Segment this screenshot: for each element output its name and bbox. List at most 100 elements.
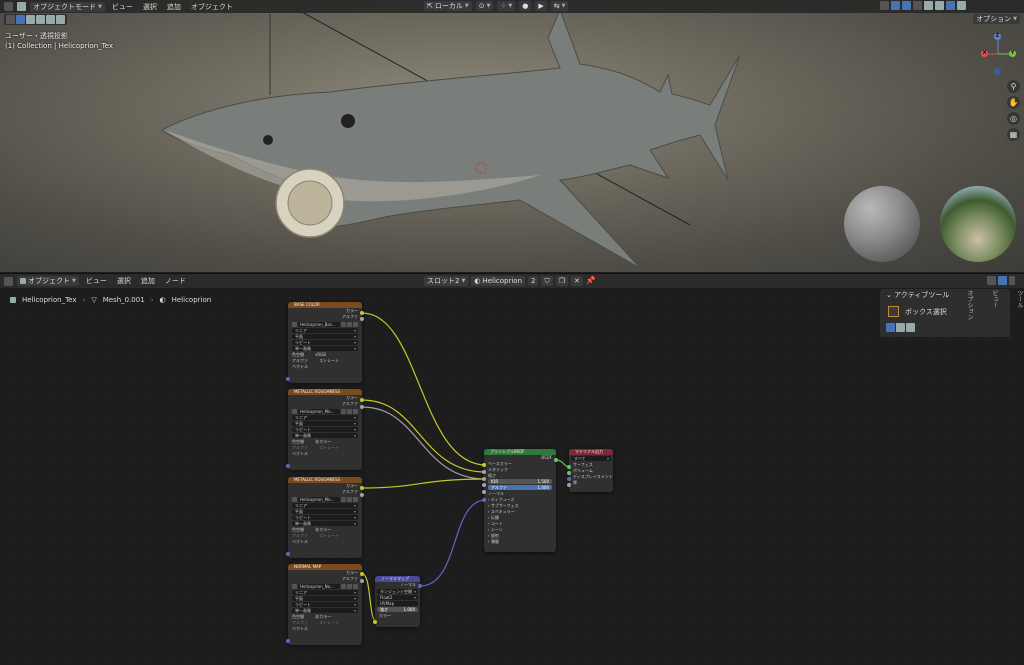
image-selector[interactable]: Helicoprion_Me...	[292, 496, 358, 502]
gizmo-toggle-icon[interactable]	[891, 1, 900, 10]
socket-metallic2-vector[interactable]	[286, 552, 290, 556]
socket-bsdf-out[interactable]	[554, 458, 558, 462]
overlay-toggle-icon[interactable]	[998, 276, 1007, 285]
pin-icon[interactable]: 📌	[586, 276, 596, 286]
snap-dropdown[interactable]: ⁘ ▼	[497, 1, 516, 11]
socket-normalmap-color[interactable]	[373, 620, 377, 624]
socket-basecolor-alpha[interactable]	[360, 317, 364, 321]
gizmo-y-icon[interactable]: Y	[1009, 50, 1016, 57]
socket-normaltex-color[interactable]	[360, 572, 364, 576]
menu-select[interactable]: 選択	[114, 276, 134, 286]
interpolation-dropdown[interactable]: リニア ▾	[292, 415, 358, 420]
projection-dropdown[interactable]: 平面 ▾	[292, 596, 358, 601]
node-metallic-roughness-1[interactable]: METALLIC ROUGHNESS カラー アルファ Helicoprion_…	[288, 389, 362, 470]
select-extend-icon[interactable]	[26, 15, 35, 24]
shield-icon[interactable]	[341, 496, 346, 502]
uv-map-field[interactable]: UVMap	[377, 601, 418, 606]
socket-metallic2-alpha[interactable]	[360, 493, 364, 497]
shading-rendered-icon[interactable]	[957, 1, 966, 10]
camera-icon[interactable]: ◎	[1007, 112, 1020, 125]
select-tool-icon[interactable]	[6, 15, 15, 24]
extension-dropdown[interactable]: リピート ▾	[292, 340, 358, 345]
projection-dropdown[interactable]: 平面 ▾	[292, 421, 358, 426]
menu-object[interactable]: オブジェクト	[188, 2, 236, 12]
interpolation-dropdown[interactable]: リニア ▾	[292, 328, 358, 333]
socket-basecolor-vector[interactable]	[286, 377, 290, 381]
menu-node[interactable]: ノード	[162, 276, 189, 286]
mode-dropdown[interactable]: オブジェクトモード ▼	[30, 1, 105, 12]
copy-icon[interactable]	[347, 321, 352, 327]
menu-select[interactable]: 選択	[140, 2, 160, 12]
socket-normaltex-alpha[interactable]	[360, 579, 364, 583]
socket-output-volume[interactable]	[567, 471, 571, 475]
node-normal-map[interactable]: ノーマルマップ ノーマル タンジェント空間 ▾ Float2 ▾ UVMap 強さ 1…	[375, 576, 420, 627]
material-selector[interactable]: ◐ Helicoprion	[471, 276, 526, 286]
close-icon[interactable]	[353, 408, 358, 414]
shading-solid-icon[interactable]	[935, 1, 944, 10]
node-base-color[interactable]: BASE COLOR カラー アルファ Helicoprion_Bas... リ…	[288, 302, 362, 383]
shield-icon[interactable]	[341, 321, 346, 327]
uv-type-dropdown[interactable]: Float2 ▾	[377, 595, 418, 600]
object-type-dropdown[interactable]: オブジェクト ▼	[17, 276, 79, 286]
close-icon[interactable]	[353, 321, 358, 327]
socket-metallic2-color[interactable]	[360, 486, 364, 490]
visibility-icon[interactable]	[880, 1, 889, 10]
alpha-slider[interactable]: アルファ 1.000	[488, 485, 552, 490]
gizmo-x-icon[interactable]: X	[981, 50, 988, 57]
copy-icon[interactable]	[347, 496, 352, 502]
copy-icon[interactable]	[347, 583, 352, 589]
image-selector[interactable]: Helicoprion_Bas...	[292, 321, 358, 327]
grid-icon[interactable]: ▦	[1007, 128, 1020, 141]
interpolation-dropdown[interactable]: リニア ▾	[292, 503, 358, 508]
unlink-material-button[interactable]: ✕	[571, 276, 583, 286]
extension-dropdown[interactable]: リピート ▾	[292, 602, 358, 607]
backdrop-icon[interactable]	[987, 276, 996, 285]
panel-thin-film[interactable]: › 薄膜	[484, 539, 556, 545]
source-dropdown[interactable]: 単一画像 ▾	[292, 346, 358, 351]
shading-material-icon[interactable]	[946, 1, 955, 10]
ior-slider[interactable]: IOR 1.500	[488, 479, 552, 484]
duplicate-material-button[interactable]: ❐	[555, 276, 569, 286]
image-selector[interactable]: Helicoprion_No...	[292, 583, 358, 589]
socket-bsdf-basecolor[interactable]	[482, 463, 486, 467]
user-count-badge[interactable]: 2	[528, 276, 539, 286]
options-dropdown[interactable]: オプション ▼	[973, 14, 1020, 24]
socket-basecolor-color[interactable]	[360, 311, 364, 315]
node-material-output[interactable]: マテリアル出力 すべて ▾ サーフェス ボリューム ディスプレイスメント 厚	[569, 449, 613, 492]
close-icon[interactable]	[353, 496, 358, 502]
keying-dropdown[interactable]: ⇆ ▼	[550, 1, 569, 11]
menu-view[interactable]: ビュー	[83, 276, 110, 286]
extension-dropdown[interactable]: リピート ▾	[292, 427, 358, 432]
socket-metallic1-alpha[interactable]	[360, 405, 364, 409]
target-dropdown[interactable]: すべて ▾	[571, 456, 611, 461]
3d-viewport[interactable]: オブジェクトモード ▼ ビュー 選択 追加 オブジェクト ⇱ ローカル ▼ ⊙ ▼ ⁘…	[0, 0, 1024, 272]
socket-bsdf-normal[interactable]	[482, 498, 486, 502]
socket-bsdf-roughness[interactable]	[482, 477, 486, 481]
editor-type-icon[interactable]	[4, 276, 13, 286]
select-intersect-icon[interactable]	[56, 15, 65, 24]
proportional-edit-button[interactable]: ●	[519, 1, 532, 11]
socket-metallic1-vector[interactable]	[286, 464, 290, 468]
socket-metallic1-color[interactable]	[360, 398, 364, 402]
menu-view[interactable]: ビュー	[109, 2, 136, 12]
source-dropdown[interactable]: 単一画像 ▾	[292, 521, 358, 526]
close-icon[interactable]	[353, 583, 358, 589]
socket-normalmap-out[interactable]	[418, 584, 422, 588]
source-dropdown[interactable]: 単一画像 ▾	[292, 608, 358, 613]
node-normal-texture[interactable]: NORMAL MAP カラー アルファ Helicoprion_No... リニ…	[288, 564, 362, 645]
shield-icon[interactable]	[341, 583, 346, 589]
pan-hand-icon[interactable]: ✋	[1007, 96, 1020, 109]
menu-add[interactable]: 追加	[138, 276, 158, 286]
image-selector[interactable]: Helicoprion_Me...	[292, 408, 358, 414]
socket-bsdf-metallic[interactable]	[482, 470, 486, 474]
active-tool[interactable]: ボックス選択	[888, 306, 947, 317]
socket-normaltex-vector[interactable]	[286, 639, 290, 643]
slot-dropdown[interactable]: スロット2 ▼	[424, 276, 469, 286]
node-principled-bsdf[interactable]: プリンシプルBSDF BSDF ベースカラー メタリック 粗さ IOR 1.500…	[484, 449, 556, 552]
playback-button[interactable]: ▶	[535, 1, 547, 11]
overlay-dropdown-icon[interactable]	[1009, 276, 1015, 285]
tab-options[interactable]: オプション	[965, 290, 974, 320]
navigation-gizmo[interactable]: Z X Y	[978, 32, 1018, 78]
shield-icon[interactable]	[341, 408, 346, 414]
select-invert-icon[interactable]	[46, 15, 55, 24]
